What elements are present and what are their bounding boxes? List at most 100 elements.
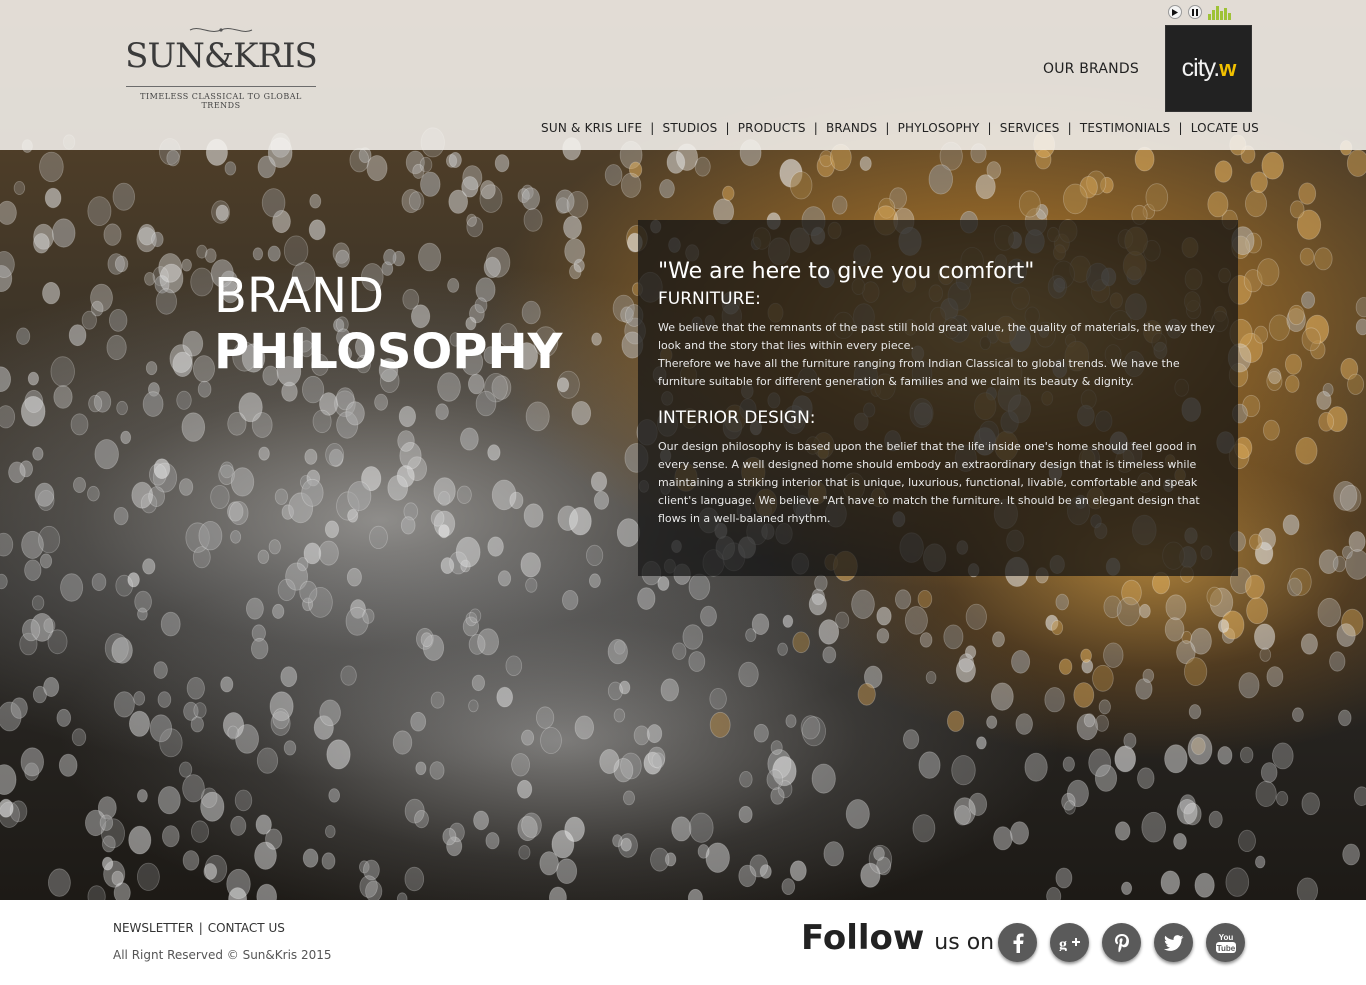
crystal-bead: [197, 380, 212, 398]
crystal-bead: [1301, 291, 1316, 309]
crystal-bead: [1336, 623, 1356, 647]
crystal-bead: [917, 590, 933, 609]
crystal-bead: [689, 812, 714, 843]
crystal-bead: [876, 628, 890, 644]
crystal-bead: [324, 520, 340, 539]
footer-separator: |: [198, 921, 203, 935]
crystal-bead: [128, 825, 152, 855]
crystal-bead: [1134, 146, 1155, 172]
crystal-bead: [0, 573, 8, 590]
crystal-bead: [127, 572, 140, 588]
sun-kris-logo[interactable]: SUN&KRIS TIMELESS CLASSICAL TO GLOBAL TR…: [124, 24, 318, 110]
crystal-bead: [607, 638, 628, 665]
twitter-icon[interactable]: [1154, 923, 1193, 962]
nav-item-testimonials[interactable]: TESTIMONIALS: [1080, 121, 1171, 135]
crystal-bead: [1301, 792, 1320, 816]
crystal-bead: [230, 530, 242, 544]
crystal-bead: [1088, 748, 1112, 777]
nav-item-brands[interactable]: BRANDS: [826, 121, 877, 135]
crystal-bead: [1145, 183, 1169, 212]
nav-item-studios[interactable]: STUDIOS: [663, 121, 718, 135]
crystal-bead: [993, 826, 1013, 851]
crystal-bead: [114, 255, 129, 273]
crystal-bead: [525, 577, 538, 593]
crystal-bead: [120, 430, 132, 445]
crystal-bead: [272, 708, 290, 730]
city-w-brand-logo[interactable]: city.w: [1165, 25, 1252, 112]
crystal-bead: [283, 740, 297, 756]
crystal-bead: [1245, 190, 1268, 218]
page: SUN&KRIS TIMELESS CLASSICAL TO GLOBAL TR…: [0, 0, 1366, 985]
crystal-bead: [1256, 258, 1280, 287]
crystal-bead: [1183, 802, 1202, 826]
crystal-bead: [505, 655, 523, 677]
contact-us-link[interactable]: CONTACT US: [208, 921, 285, 935]
crystal-bead: [153, 458, 171, 480]
youtube-icon[interactable]: You Tube: [1206, 923, 1245, 962]
google-plus-icon[interactable]: g: [1050, 923, 1089, 962]
crystal-bead: [1285, 374, 1300, 393]
furniture-heading: FURNITURE:: [658, 289, 761, 309]
crystal-bead: [230, 815, 247, 836]
crystal-bead: [182, 850, 200, 871]
crystal-bead: [1288, 304, 1305, 326]
crystal-bead: [1346, 149, 1366, 177]
crystal-bead: [789, 860, 807, 882]
crystal-bead: [21, 530, 44, 559]
crystal-bead: [1080, 648, 1092, 663]
crystal-bead: [569, 263, 582, 280]
crystal-bead: [455, 536, 481, 568]
crystal-bead: [1217, 746, 1233, 765]
crystal-bead: [471, 674, 485, 692]
play-icon[interactable]: [1168, 5, 1182, 19]
crystal-bead: [660, 678, 680, 702]
logo-tagline: TIMELESS CLASSICAL TO GLOBAL TRENDS: [140, 92, 302, 110]
crystal-bead: [549, 886, 567, 900]
crystal-bead: [1245, 574, 1265, 600]
crystal-bead: [111, 870, 124, 886]
crystal-bead: [374, 393, 389, 411]
crystal-bead: [268, 539, 281, 555]
crystal-bead: [739, 770, 753, 788]
nav-item-services[interactable]: SERVICES: [1000, 121, 1060, 135]
equalizer-icon[interactable]: [1208, 4, 1234, 20]
nav-item-locate-us[interactable]: LOCATE US: [1191, 121, 1259, 135]
crystal-bead: [811, 763, 836, 794]
crystal-bead: [48, 868, 71, 897]
crystal-bead: [1282, 514, 1300, 536]
crystal-bead: [1272, 742, 1294, 770]
newsletter-link[interactable]: NEWSLETTER: [113, 921, 194, 935]
crystal-bead: [461, 176, 479, 198]
crystal-bead: [192, 355, 215, 383]
crystal-bead: [633, 725, 650, 746]
crystal-bead: [1348, 531, 1366, 553]
crystal-bead: [396, 892, 408, 900]
crystal-bead: [709, 687, 727, 710]
crystal-bead: [1318, 411, 1335, 432]
crystal-bead: [951, 755, 976, 786]
crystal-bead: [637, 587, 656, 610]
crystal-bead: [418, 242, 442, 272]
crystal-bead: [1255, 780, 1277, 808]
nav-item-sun-kris-life[interactable]: SUN & KRIS LIFE: [541, 121, 642, 135]
crystal-bead: [589, 573, 601, 588]
crystal-bead: [308, 219, 326, 241]
crystal-bead: [43, 677, 60, 698]
crystal-bead: [99, 814, 114, 831]
crystal-bead: [113, 506, 129, 526]
pinterest-icon[interactable]: [1102, 923, 1141, 962]
crystal-bead: [469, 608, 482, 624]
nav-item-philosophy[interactable]: PHYLOSOPHY: [898, 121, 980, 135]
nav-item-products[interactable]: PRODUCTS: [738, 121, 806, 135]
crystal-bead: [73, 476, 87, 493]
pause-icon[interactable]: [1188, 5, 1202, 19]
crystal-bead: [326, 739, 351, 770]
crystal-bead: [181, 412, 206, 442]
crystal-bead: [1268, 367, 1282, 385]
crystal-bead: [22, 618, 41, 642]
crystal-bead: [781, 878, 796, 895]
crystal-bead: [688, 651, 706, 672]
facebook-icon[interactable]: [998, 923, 1037, 962]
crystal-bead: [349, 147, 370, 173]
crystal-bead: [1083, 713, 1096, 728]
